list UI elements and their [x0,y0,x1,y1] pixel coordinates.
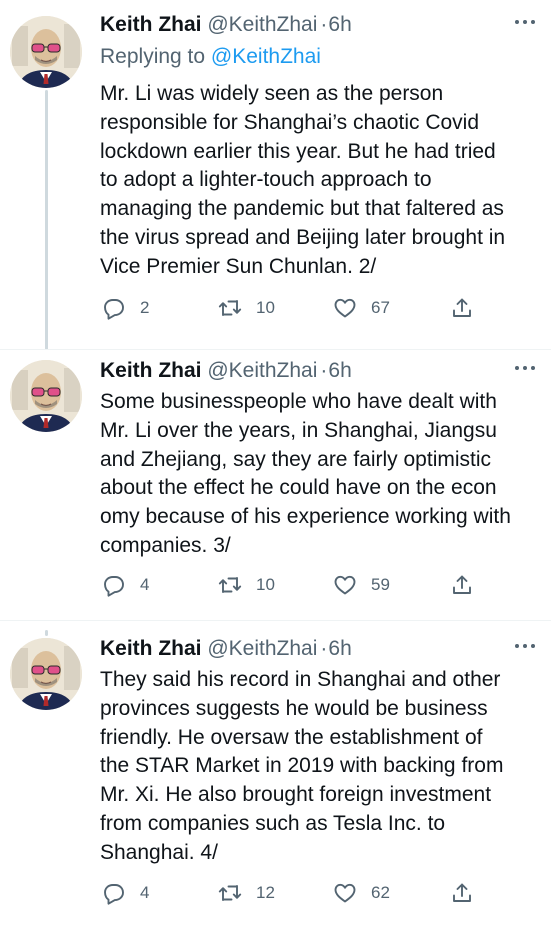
tweet-2[interactable]: Keith Zhai @KeithZhai ·6h Some businesspe… [0,350,551,630]
retweet-icon [218,881,242,905]
retweet-count: 10 [256,575,275,594]
share-icon [450,881,474,905]
avatar[interactable] [10,360,82,432]
more-icon[interactable] [513,636,537,656]
author-name[interactable]: Keith Zhai [100,13,202,36]
reply-button[interactable]: 4 [102,878,149,908]
share-button[interactable] [450,293,474,323]
like-button[interactable]: 59 [333,570,390,600]
timestamp[interactable]: 6h [328,637,351,660]
reply-button[interactable]: 4 [102,570,149,600]
retweet-button[interactable]: 12 [218,878,275,908]
avatar[interactable] [10,638,82,710]
replying-to-handle[interactable]: @KeithZhai [211,45,321,68]
retweet-icon [218,573,242,597]
tweet-text: Some businesspeople who have dealt with … [100,390,511,557]
like-icon [333,573,357,597]
share-icon [450,296,474,320]
reply-button[interactable]: 2 [102,293,149,323]
separator: · [320,13,328,36]
reply-icon [102,296,126,320]
tweet-header: Keith Zhai @KeithZhai ·6h [100,10,551,40]
author-handle[interactable]: @KeithZhai [207,13,317,36]
replying-to-label: Replying to [100,45,206,68]
tweet-3[interactable]: Keith Zhai @KeithZhai ·6h They said his r… [0,630,551,934]
share-button[interactable] [450,570,474,600]
retweet-button[interactable]: 10 [218,293,275,323]
tweet-text: They said his record in Shanghai and oth… [100,668,504,864]
retweet-icon [218,296,242,320]
reply-count: 4 [140,883,150,902]
tweet-header: Keith Zhai @KeithZhai ·6h [100,634,551,664]
like-count: 67 [371,298,390,317]
author-name[interactable]: Keith Zhai [100,637,202,660]
like-button[interactable]: 62 [333,878,390,908]
reply-count: 4 [140,575,150,594]
like-count: 62 [371,883,390,902]
like-count: 59 [371,575,390,594]
timestamp[interactable]: 6h [328,13,351,36]
separator: · [320,637,328,660]
tweet-actions: 2 10 67 [100,293,480,323]
tweet-header: Keith Zhai @KeithZhai ·6h [100,356,551,386]
more-icon[interactable] [513,12,537,32]
reply-icon [102,881,126,905]
retweet-count: 10 [256,298,275,317]
tweet-1[interactable]: Keith Zhai @KeithZhai ·6h Replying to @Ke… [0,0,551,350]
avatar[interactable] [10,16,82,88]
like-button[interactable]: 67 [333,293,390,323]
tweet-actions: 4 10 59 [100,570,480,600]
more-icon[interactable] [513,358,537,378]
share-button[interactable] [450,878,474,908]
reply-icon [102,573,126,597]
author-handle[interactable]: @KeithZhai [207,637,317,660]
tweet-actions: 4 12 62 [100,878,480,908]
share-icon [450,573,474,597]
like-icon [333,881,357,905]
retweet-count: 12 [256,883,275,902]
retweet-button[interactable]: 10 [218,570,275,600]
tweet-text: Mr. Li was widely seen as the person res… [100,82,506,278]
separator: · [320,359,328,382]
reply-count: 2 [140,298,150,317]
divider [0,620,551,621]
like-icon [333,296,357,320]
author-handle[interactable]: @KeithZhai [207,359,317,382]
replying-to: Replying to @KeithZhai [100,43,321,71]
timestamp[interactable]: 6h [328,359,351,382]
author-name[interactable]: Keith Zhai [100,359,202,382]
